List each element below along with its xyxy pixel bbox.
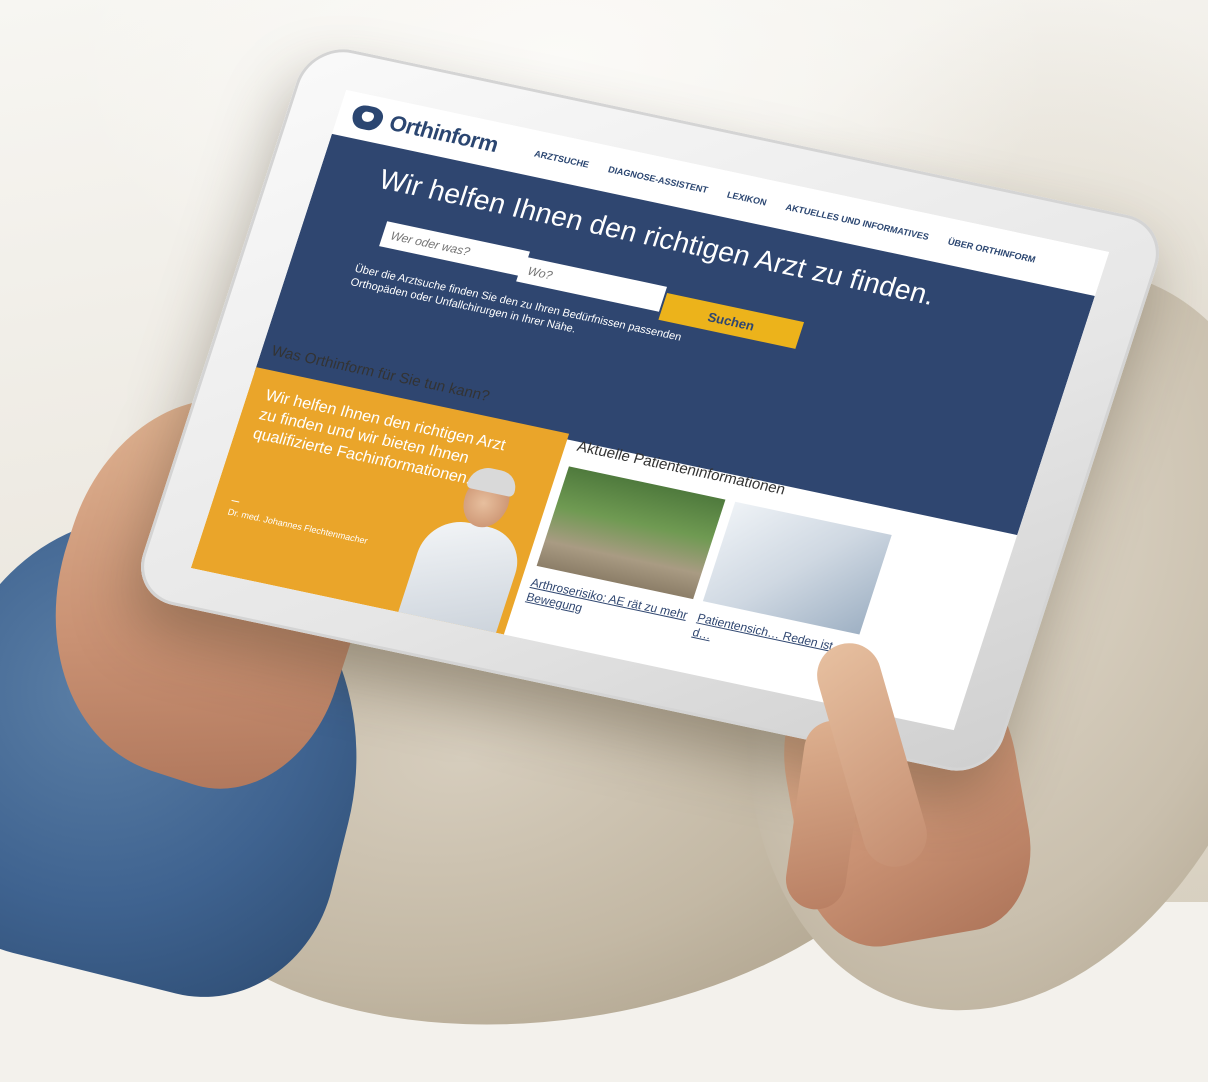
nav-item-ueber-orthinform[interactable]: ÜBER ORTHINFORM: [947, 237, 1037, 265]
nav-item-arztsuche[interactable]: ARZTSUCHE: [533, 149, 590, 170]
nav-item-diagnose-assistent[interactable]: DIAGNOSE-ASSISTENT: [607, 164, 709, 195]
promo-dash: –: [229, 491, 243, 509]
nav-item-lexikon[interactable]: LEXIKON: [726, 190, 768, 208]
orthinform-logo-icon: [349, 103, 386, 133]
news-card[interactable]: Arthroserisiko: AE rät zu mehr Bewegung: [524, 466, 726, 637]
tablet-screen: Orthinform ARZTSUCHE DIAGNOSE-ASSISTENT …: [190, 89, 1110, 731]
search-who-input[interactable]: [379, 221, 530, 277]
doctor-portrait: [398, 459, 546, 633]
portrait-body: [398, 514, 528, 633]
news-card-image-doctor[interactable]: [702, 501, 892, 635]
news-card-image-walkers[interactable]: [536, 466, 726, 600]
promo-author: Dr. med. Johannes Flechtenmacher: [226, 506, 370, 546]
